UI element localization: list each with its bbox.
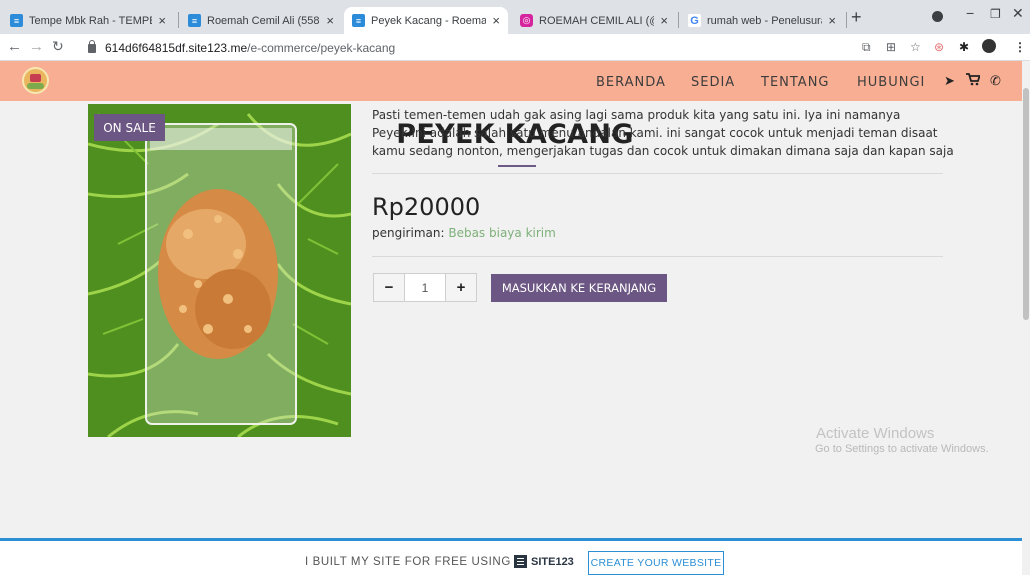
tab-instagram[interactable]: ◎ ROEMAH CEMIL ALI (@roem × — [512, 7, 676, 34]
shipping-label: pengiriman: — [372, 226, 445, 240]
translate-icon[interactable]: ⊞ — [886, 40, 896, 54]
nav-hubungi[interactable]: HUBUNGI — [857, 75, 925, 90]
tab-divider — [846, 12, 847, 28]
bookmark-star-icon[interactable]: ☆ — [910, 40, 921, 54]
tab-title: Tempe Mbk Rah - TEMPE MB — [29, 14, 152, 27]
shipping-info: pengiriman: Bebas biaya kirim — [372, 226, 556, 240]
instagram-icon: ◎ — [520, 14, 533, 27]
tab-google-search[interactable]: G rumah web - Penelusuran Go × — [680, 7, 844, 34]
close-icon[interactable]: × — [158, 13, 166, 28]
site123-icon: ≡ — [352, 14, 365, 27]
tab-roemah-cemil[interactable]: ≡ Roemah Cemil Ali (5586069) × — [180, 7, 342, 34]
new-tab-icon[interactable]: + — [851, 7, 862, 28]
url-host: 614d6f64815df.site123.me — [105, 40, 248, 55]
tab-tempe[interactable]: ≡ Tempe Mbk Rah - TEMPE MB × — [2, 7, 174, 34]
tab-title: ROEMAH CEMIL ALI (@roem — [539, 14, 654, 27]
phone-icon[interactable]: ✆ — [990, 73, 1001, 89]
quantity-input[interactable]: 1 — [404, 274, 446, 301]
tab-peyek-kacang[interactable]: ≡ Peyek Kacang - Roemah Cem × — [344, 7, 508, 34]
tab-divider — [178, 12, 179, 28]
back-icon[interactable]: ← — [7, 38, 22, 55]
tab-title: Peyek Kacang - Roemah Cem — [371, 14, 487, 27]
activate-windows-hint: Go to Settings to activate Windows. — [815, 443, 989, 455]
nav-beranda[interactable]: BERANDA — [596, 75, 666, 90]
decrease-quantity-button[interactable]: − — [374, 274, 404, 301]
close-icon[interactable]: × — [660, 13, 668, 28]
increase-quantity-button[interactable]: + — [446, 274, 476, 301]
puzzle-icon[interactable]: ✱ — [959, 40, 969, 54]
close-window-icon[interactable]: ✕ — [1012, 5, 1024, 22]
product-image[interactable] — [88, 104, 351, 437]
product-description: Pasti temen-temen udah gak asing lagi sa… — [372, 108, 954, 158]
site123-icon: ≡ — [10, 14, 23, 27]
shipping-value: Bebas biaya kirim — [448, 226, 556, 240]
avatar[interactable] — [982, 39, 996, 53]
tab-title: rumah web - Penelusuran Go — [707, 14, 822, 27]
title-divider — [498, 165, 536, 167]
activate-windows-title: Activate Windows — [816, 425, 935, 442]
scrollbar-thumb[interactable] — [1023, 88, 1029, 320]
cast-icon[interactable]: ⧉ — [862, 40, 871, 55]
browser-tab-strip: ≡ Tempe Mbk Rah - TEMPE MB × ≡ Roemah Ce… — [0, 0, 1030, 34]
google-icon: G — [688, 14, 701, 27]
product-price: Rp20000 — [372, 193, 481, 221]
create-website-button[interactable]: CREATE YOUR WEBSITE — [588, 551, 724, 575]
add-to-cart-button[interactable]: MASUKKAN KE KERANJANG — [491, 274, 667, 302]
extension-icon[interactable]: ⊛ — [934, 40, 944, 54]
divider — [372, 173, 943, 174]
divider — [372, 256, 943, 257]
lock-icon — [88, 40, 96, 53]
tab-divider — [678, 12, 679, 28]
tab-title: Roemah Cemil Ali (5586069) — [207, 14, 320, 27]
site123-banner: I BUILT MY SITE FOR FREE USING SITE123 C… — [0, 538, 1022, 575]
url-field[interactable]: 614d6f64815df.site123.me/e-commerce/peye… — [88, 37, 848, 58]
forward-icon[interactable]: → — [29, 38, 44, 55]
restore-icon[interactable]: ❐ — [990, 7, 1001, 21]
minimize-icon[interactable]: − — [966, 5, 974, 21]
close-icon[interactable]: × — [326, 13, 334, 28]
reload-icon[interactable]: ↻ — [52, 38, 64, 55]
site123-logo[interactable]: SITE123 — [514, 555, 574, 568]
site-header: BERANDA SEDIA TENTANG HUBUNGI ➤ ✆ — [0, 61, 1022, 101]
url-path: /e-commerce/peyek-kacang — [247, 40, 396, 55]
nav-sedia[interactable]: SEDIA — [691, 75, 735, 90]
profile-icon[interactable] — [932, 11, 943, 22]
cart-icon[interactable] — [966, 73, 981, 89]
banner-text: I BUILT MY SITE FOR FREE USING — [305, 556, 511, 568]
site-logo[interactable] — [22, 67, 49, 94]
close-icon[interactable]: × — [492, 13, 500, 28]
site123-icon — [514, 555, 527, 568]
address-bar: ← → ↻ 614d6f64815df.site123.me/e-commerc… — [0, 34, 1030, 61]
sale-badge: ON SALE — [94, 114, 165, 141]
quantity-stepper: − 1 + — [373, 273, 477, 302]
menu-icon[interactable]: ⋮ — [1014, 40, 1026, 54]
nav-tentang[interactable]: TENTANG — [761, 75, 830, 90]
site123-icon: ≡ — [188, 14, 201, 27]
close-icon[interactable]: × — [828, 13, 836, 28]
send-icon[interactable]: ➤ — [944, 73, 955, 89]
brand-name: SITE123 — [531, 555, 574, 568]
